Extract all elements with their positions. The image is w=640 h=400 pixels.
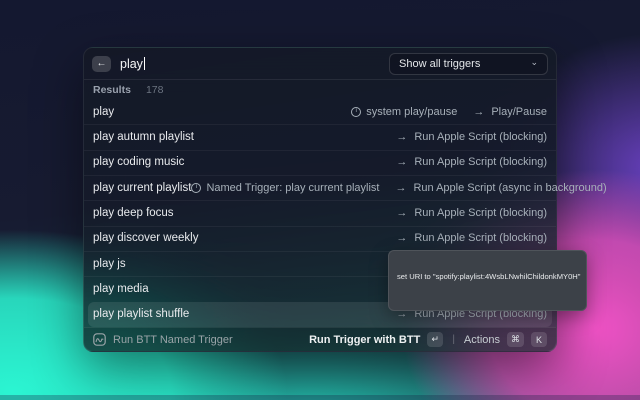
enter-key-badge[interactable]: ↵ <box>427 332 443 347</box>
command-key-badge[interactable]: ⌘ <box>507 332 524 347</box>
arrow-right-icon: → <box>396 207 407 219</box>
trigger-filter-label: Show all triggers <box>399 58 480 70</box>
row-label: play deep focus <box>93 207 396 219</box>
chevron-down-icon: ⌄ <box>530 58 538 67</box>
row-label: play current playlist <box>93 182 191 194</box>
row-label: play coding music <box>93 156 396 168</box>
btt-trigger-icon <box>93 333 106 346</box>
arrow-right-icon: → <box>396 131 407 143</box>
results-label: Results <box>93 84 131 96</box>
row-action: Play/Pause <box>491 106 547 118</box>
applescript-tooltip: set URI to "spotify:playlist:4WsbLNwhilC… <box>388 250 587 311</box>
row-action: Run Apple Script (blocking) <box>414 207 547 219</box>
result-row-play-deep-focus[interactable]: play deep focus → Run Apple Script (bloc… <box>84 200 556 225</box>
trigger-filter-dropdown[interactable]: Show all triggers ⌄ <box>389 53 548 75</box>
row-label: play autumn playlist <box>93 131 396 143</box>
text-caret <box>144 57 145 70</box>
wallpaper-bottom-strip <box>0 395 640 400</box>
result-row-play-discover-weekly[interactable]: play discover weekly → Run Apple Script … <box>84 226 556 251</box>
search-bar: ← play Show all triggers ⌄ <box>84 48 556 80</box>
tooltip-code-line: set URI to "spotify:playlist:4WsbLNwhilC… <box>397 273 578 282</box>
back-button[interactable]: ← <box>92 56 111 72</box>
arrow-right-icon: → <box>396 232 407 244</box>
arrow-right-icon: → <box>395 182 406 194</box>
back-icon: ← <box>97 58 107 69</box>
row-action: Run Apple Script (blocking) <box>414 232 547 244</box>
tooltip-blank-line <box>397 299 578 308</box>
row-action: Run Apple Script (blocking) <box>414 131 547 143</box>
results-header: Results 178 <box>84 80 556 99</box>
footer-bar: Run BTT Named Trigger Run Trigger with B… <box>84 327 556 351</box>
results-count: 178 <box>146 84 164 96</box>
actions-label[interactable]: Actions <box>464 334 500 346</box>
run-trigger-label: Run Trigger with BTT <box>309 334 420 346</box>
result-row-play-autumn-playlist[interactable]: play autumn playlist → Run Apple Script … <box>84 124 556 149</box>
k-key-badge[interactable]: K <box>531 332 547 347</box>
row-label: play discover weekly <box>93 232 396 244</box>
footer-trigger-type-label: Run BTT Named Trigger <box>113 334 302 346</box>
info-icon: i <box>351 107 361 117</box>
arrow-right-icon: → <box>396 156 407 168</box>
search-input-value: play <box>120 57 143 71</box>
row-action: Run Apple Script (blocking) <box>414 156 547 168</box>
search-input[interactable]: play <box>120 57 380 71</box>
result-row-play-current-playlist[interactable]: play current playlist i Named Trigger: p… <box>84 175 556 200</box>
footer-divider: | <box>450 334 457 345</box>
info-icon: i <box>191 183 201 193</box>
arrow-right-icon: → <box>473 106 484 118</box>
result-row-play-coding-music[interactable]: play coding music → Run Apple Script (bl… <box>84 150 556 175</box>
row-label: play <box>93 106 351 118</box>
result-row-play[interactable]: play i system play/pause → Play/Pause <box>84 99 556 124</box>
row-info-text: system play/pause <box>366 106 457 118</box>
row-label: play media <box>93 283 396 295</box>
row-action: Run Apple Script (async in background) <box>413 182 606 194</box>
row-info-text: Named Trigger: play current playlist <box>206 182 379 194</box>
row-label: play playlist shuffle <box>93 308 396 320</box>
